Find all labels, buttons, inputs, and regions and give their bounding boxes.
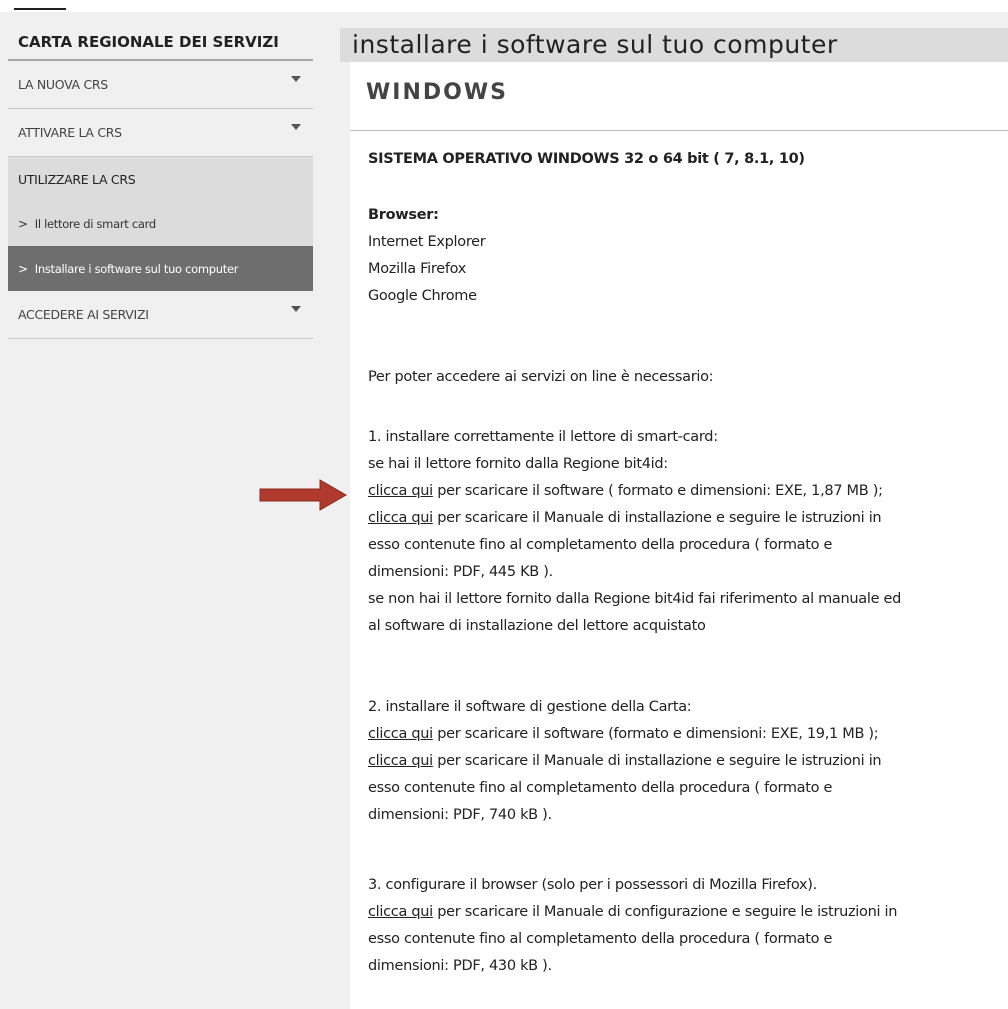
step-1-line: esso contenute fino al completamento del…	[368, 537, 833, 553]
section-heading: WINDOWS	[366, 80, 508, 105]
sidebar-item-attivare-la-crs[interactable]: ATTIVARE LA CRS	[8, 109, 313, 157]
sidebar-item-label: LA NUOVA CRS	[18, 77, 108, 92]
sidebar-item-label: ACCEDERE AI SERVIZI	[18, 307, 149, 322]
step-3-manual-line: clicca qui per scaricare il Manuale di c…	[368, 899, 998, 926]
intro-text: Per poter accedere ai servizi on line è …	[368, 369, 714, 385]
step-1-line: se non hai il lettore fornito dalla Regi…	[368, 591, 902, 607]
link-description: per scaricare il Manuale di configurazio…	[432, 904, 898, 920]
browser-item: Mozilla Firefox	[368, 261, 467, 277]
section-divider	[350, 130, 1008, 131]
red-arrow-icon	[259, 479, 348, 511]
sidebar-item-accedere-ai-servizi[interactable]: ACCEDERE AI SERVIZI	[8, 291, 313, 339]
step-1-line: dimensioni: PDF, 445 KB ).	[368, 564, 553, 580]
step-1-block: 1. installare correttamente il lettore d…	[368, 424, 998, 640]
browser-block: Browser: Internet Explorer Mozilla Firef…	[368, 202, 998, 310]
caret-down-icon[interactable]	[291, 124, 301, 130]
step-1-title: 1. installare correttamente il lettore d…	[368, 429, 718, 445]
download-link[interactable]: clicca qui	[368, 726, 433, 742]
step-3-block: 3. configurare il browser (solo per i po…	[368, 872, 998, 980]
step-1-line: al software di installazione del lettore…	[368, 618, 706, 634]
sidebar-subitem-lettore-smart-card[interactable]: > Il lettore di smart card	[8, 201, 313, 246]
link-description: per scaricare il software ( formato e di…	[432, 483, 883, 499]
top-link-underline[interactable]	[14, 0, 66, 10]
step-2-software-line: clicca qui per scaricare il software (fo…	[368, 721, 998, 748]
browser-label: Browser:	[368, 207, 439, 223]
sidebar-title: CARTA REGIONALE DEI SERVIZI	[8, 28, 313, 61]
sidebar-item-label: UTILIZZARE LA CRS	[18, 171, 136, 187]
caret-down-icon[interactable]	[291, 76, 301, 82]
step-1-software-line: clicca qui per scaricare il software ( f…	[368, 478, 998, 505]
step-1-manual-line: clicca qui per scaricare il Manuale di i…	[368, 505, 998, 532]
step-2-manual-line: clicca qui per scaricare il Manuale di i…	[368, 748, 998, 775]
browser-item: Internet Explorer	[368, 234, 486, 250]
sidebar-subitem-installare-software[interactable]: > Installare i software sul tuo computer	[8, 246, 313, 291]
step-2-title: 2. installare il software di gestione de…	[368, 699, 692, 715]
sidebar: CARTA REGIONALE DEI SERVIZI LA NUOVA CRS…	[8, 28, 313, 339]
step-3-line: dimensioni: PDF, 430 kB ).	[368, 958, 552, 974]
caret-down-icon[interactable]	[291, 306, 301, 312]
sidebar-subitem-label: Il lettore di smart card	[34, 216, 156, 231]
browser-item: Google Chrome	[368, 288, 477, 304]
link-description: per scaricare il Manuale di installazion…	[432, 510, 882, 526]
link-description: per scaricare il software (formato e dim…	[432, 726, 879, 742]
step-3-title: 3. configurare il browser (solo per i po…	[368, 877, 817, 893]
os-title: SISTEMA OPERATIVO WINDOWS 32 o 64 bit ( …	[368, 151, 805, 167]
sidebar-item-la-nuova-crs[interactable]: LA NUOVA CRS	[8, 61, 313, 109]
link-description: per scaricare il Manuale di installazion…	[432, 753, 882, 769]
sidebar-subitem-label: Installare i software sul tuo computer	[34, 261, 239, 276]
manual-link[interactable]: clicca qui	[368, 510, 433, 526]
chevron-right-icon: >	[18, 216, 28, 231]
sidebar-item-label: ATTIVARE LA CRS	[18, 125, 122, 140]
manual-link[interactable]: clicca qui	[368, 904, 433, 920]
page-title: installare i software sul tuo computer	[340, 28, 1008, 62]
step-2-block: 2. installare il software di gestione de…	[368, 694, 998, 829]
chevron-right-icon: >	[18, 261, 28, 276]
step-2-line: esso contenute fino al completamento del…	[368, 780, 833, 796]
step-3-line: esso contenute fino al completamento del…	[368, 931, 833, 947]
sidebar-item-utilizzare-la-crs[interactable]: UTILIZZARE LA CRS	[8, 157, 313, 201]
step-2-line: dimensioni: PDF, 740 kB ).	[368, 807, 552, 823]
manual-link[interactable]: clicca qui	[368, 753, 433, 769]
download-link[interactable]: clicca qui	[368, 483, 433, 499]
step-1-line: se hai il lettore fornito dalla Regione …	[368, 456, 668, 472]
